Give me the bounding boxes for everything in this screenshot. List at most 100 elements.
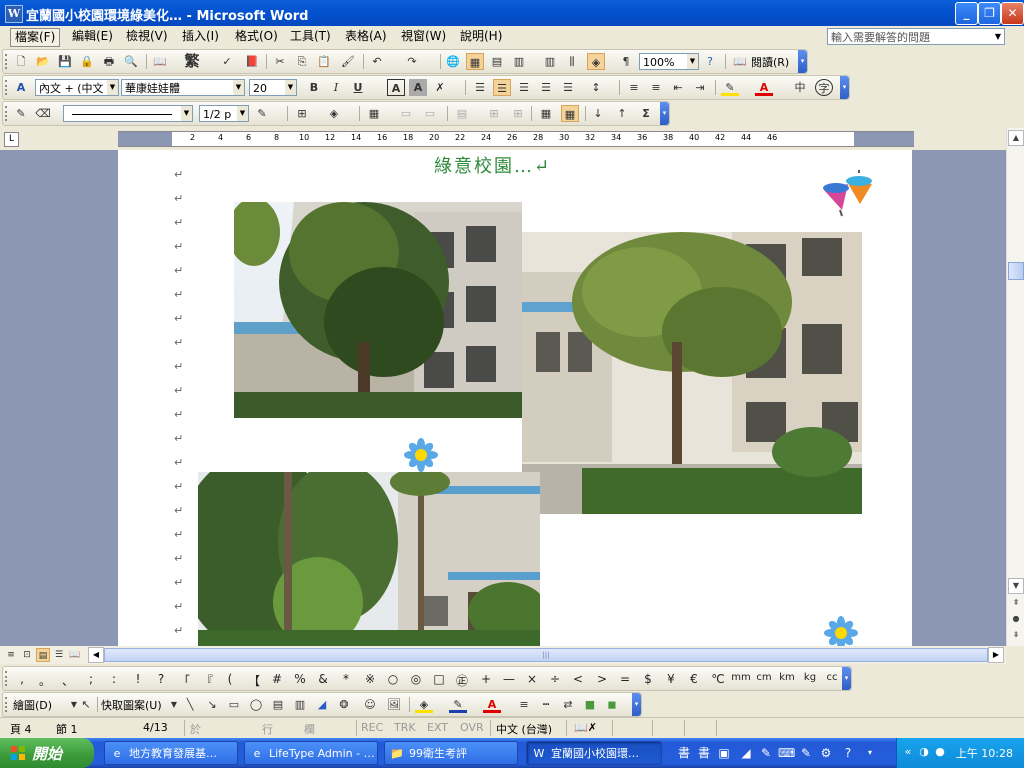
autosum-icon[interactable]: Σ xyxy=(637,105,655,122)
symbol-button[interactable]: □ xyxy=(428,672,450,686)
3d-style-icon[interactable]: ◼ xyxy=(603,696,621,713)
symbol-button[interactable]: 。 xyxy=(34,672,56,689)
arrow-icon[interactable]: ↘ xyxy=(203,696,221,713)
close-button[interactable]: ✕ xyxy=(1001,2,1024,25)
quick-launch-icon[interactable]: 書 xyxy=(676,745,692,761)
language-bar-icon[interactable]: ◢ xyxy=(738,745,754,761)
menu-tools[interactable]: 工具(T) xyxy=(286,28,335,45)
line-style-icon[interactable]: ≡ xyxy=(515,696,533,713)
research-book-icon[interactable]: 📕 xyxy=(243,53,261,70)
highlight-icon[interactable]: ✎ xyxy=(721,79,739,96)
symbol-button[interactable]: ¥ xyxy=(660,672,682,686)
symbol-button[interactable]: , xyxy=(11,672,33,686)
align-right-icon[interactable]: ☰ xyxy=(537,79,555,96)
font-color-icon[interactable]: A xyxy=(755,79,773,96)
chevron-down-icon[interactable]: ▼ xyxy=(992,29,1004,44)
minimize-button[interactable]: _ xyxy=(955,2,978,25)
toolbar-options-icon[interactable]: ▾ xyxy=(632,693,641,716)
next-page-icon[interactable]: ⇟ xyxy=(1008,628,1024,644)
web-layout-view-icon[interactable]: ⊡ xyxy=(20,648,34,662)
line-color-icon[interactable]: ✎ xyxy=(449,696,467,713)
draw-table-icon[interactable]: ✎ xyxy=(12,105,30,122)
document-area[interactable]: 綠意校園…↵ ↵ ↵ ↵ ↵ ↵ ↵ ↵ ↵ ↵ ↵ ↵ ↵ ↵ ↵ ↵ ↵ ↵… xyxy=(0,150,1006,646)
symbol-button[interactable]: * xyxy=(335,672,357,686)
cut-icon[interactable]: ✂ xyxy=(271,53,289,70)
underline-button[interactable]: U xyxy=(349,79,367,96)
insert-table-icon[interactable]: ▦ xyxy=(365,105,383,122)
restore-button[interactable]: ❐ xyxy=(978,2,1001,25)
vertical-text-box-icon[interactable]: ▥ xyxy=(291,696,309,713)
clock[interactable]: 上午 10:28 xyxy=(956,745,1013,761)
status-ovr[interactable]: OVR xyxy=(460,721,484,734)
status-rec[interactable]: REC xyxy=(361,721,383,734)
menu-help[interactable]: 說明(H) xyxy=(456,28,506,45)
campus-photo-1[interactable] xyxy=(234,202,522,418)
rectangle-icon[interactable]: ▭ xyxy=(225,696,243,713)
save-icon[interactable]: 💾 xyxy=(56,53,74,70)
scroll-left-icon[interactable]: ◀ xyxy=(88,647,104,663)
taskbar-item-ie-1[interactable]: e 地方教育發展基… xyxy=(104,741,238,765)
bullets-icon[interactable]: ≡ xyxy=(647,79,665,96)
arrow-style-icon[interactable]: ⇄ xyxy=(559,696,577,713)
line-weight-select[interactable]: 1/2 p ▼ xyxy=(199,105,249,122)
distribute-columns-icon[interactable]: ⊞ xyxy=(509,105,527,122)
align-left-icon[interactable]: ☰ xyxy=(493,79,511,96)
insert-picture-icon[interactable]: 🖼 xyxy=(385,696,403,713)
shadow-style-icon[interactable]: ■ xyxy=(581,696,599,713)
help-icon[interactable]: ? xyxy=(840,745,856,761)
enclose-characters-button[interactable]: 字 xyxy=(815,79,833,96)
font-color-icon[interactable]: A xyxy=(483,696,501,713)
scroll-up-icon[interactable]: ▲ xyxy=(1008,130,1024,146)
fill-color-icon[interactable]: ◈ xyxy=(415,696,433,713)
insert-table-icon[interactable]: ▤ xyxy=(488,53,506,70)
read-icon[interactable]: 📖 xyxy=(731,53,749,70)
scroll-down-icon[interactable]: ▼ xyxy=(1008,578,1024,594)
status-trk[interactable]: TRK xyxy=(394,721,416,734)
distributed-icon[interactable]: ☰ xyxy=(559,79,577,96)
tables-borders-icon[interactable]: ▦ xyxy=(466,53,484,70)
font-size-select[interactable]: 20 ▼ xyxy=(249,79,297,96)
toolbar-options-icon[interactable]: ▾ xyxy=(660,102,669,125)
outside-border-icon[interactable]: ⊞ xyxy=(293,105,311,122)
table-autoformat-icon[interactable]: ▦ xyxy=(537,105,555,122)
toolbar-options-icon[interactable]: ▾ xyxy=(840,76,849,99)
sort-ascending-icon[interactable]: ↓ xyxy=(589,105,607,122)
new-document-icon[interactable]: 🗋 xyxy=(12,53,30,70)
drawing-icon[interactable]: ⫼ xyxy=(563,53,581,70)
symbol-button[interactable]: % xyxy=(289,672,311,686)
chevron-down-icon[interactable]: ▼ xyxy=(687,54,698,69)
wordart-icon[interactable]: ◢ xyxy=(313,696,331,713)
symbol-button[interactable]: ※ xyxy=(359,672,381,686)
chevron-left-icon[interactable]: « xyxy=(901,745,915,759)
read-button[interactable]: 閱讀(R) xyxy=(751,54,789,70)
symbol-button[interactable]: km xyxy=(776,672,798,683)
justify-distributed-icon[interactable]: ☰ xyxy=(471,79,489,96)
show-hide-icon[interactable]: ¶ xyxy=(617,53,635,70)
desktop-icon[interactable]: ▣ xyxy=(716,745,732,761)
symbol-button[interactable]: mm xyxy=(730,672,752,683)
open-folder-icon[interactable]: 📂 xyxy=(34,53,52,70)
outline-view-icon[interactable]: ☰ xyxy=(52,648,66,662)
select-objects-icon[interactable]: ↖ xyxy=(77,696,95,713)
phonetic-guide-button[interactable]: 中 xyxy=(791,79,809,96)
eraser-icon[interactable]: ⌫ xyxy=(34,105,52,122)
symbol-button[interactable]: ; xyxy=(80,672,102,686)
symbol-button[interactable]: ! xyxy=(127,672,149,686)
reading-layout-view-icon[interactable]: 📖 xyxy=(68,648,82,662)
line-spacing-icon[interactable]: ↕ xyxy=(587,79,605,96)
symbol-button[interactable]: ? xyxy=(150,672,172,686)
title-bar[interactable]: W 宜蘭國小校園環境綠美化… - Microsoft Word _ ❐ ✕ xyxy=(0,0,1024,26)
char-shading-button[interactable]: A xyxy=(409,79,427,96)
word-app-icon[interactable]: W xyxy=(5,5,23,23)
align-cell-icon[interactable]: ▤ xyxy=(453,105,471,122)
vertical-scrollbar[interactable]: ▲ ▼ ⇞ ● ⇟ xyxy=(1006,128,1024,646)
align-center-icon[interactable]: ☰ xyxy=(515,79,533,96)
symbol-button[interactable]: ◎ xyxy=(405,672,427,686)
normal-view-icon[interactable]: ≡ xyxy=(4,648,18,662)
menu-format[interactable]: 格式(O) xyxy=(231,28,282,45)
start-button[interactable]: 開始 xyxy=(0,738,94,768)
help-search-box[interactable]: 輸入需要解答的問題 ▼ xyxy=(827,28,1005,45)
numbering-icon[interactable]: ≡ xyxy=(625,79,643,96)
toolbar-options-icon[interactable]: ▾ xyxy=(798,50,807,73)
toolbar-grip[interactable] xyxy=(5,80,10,95)
